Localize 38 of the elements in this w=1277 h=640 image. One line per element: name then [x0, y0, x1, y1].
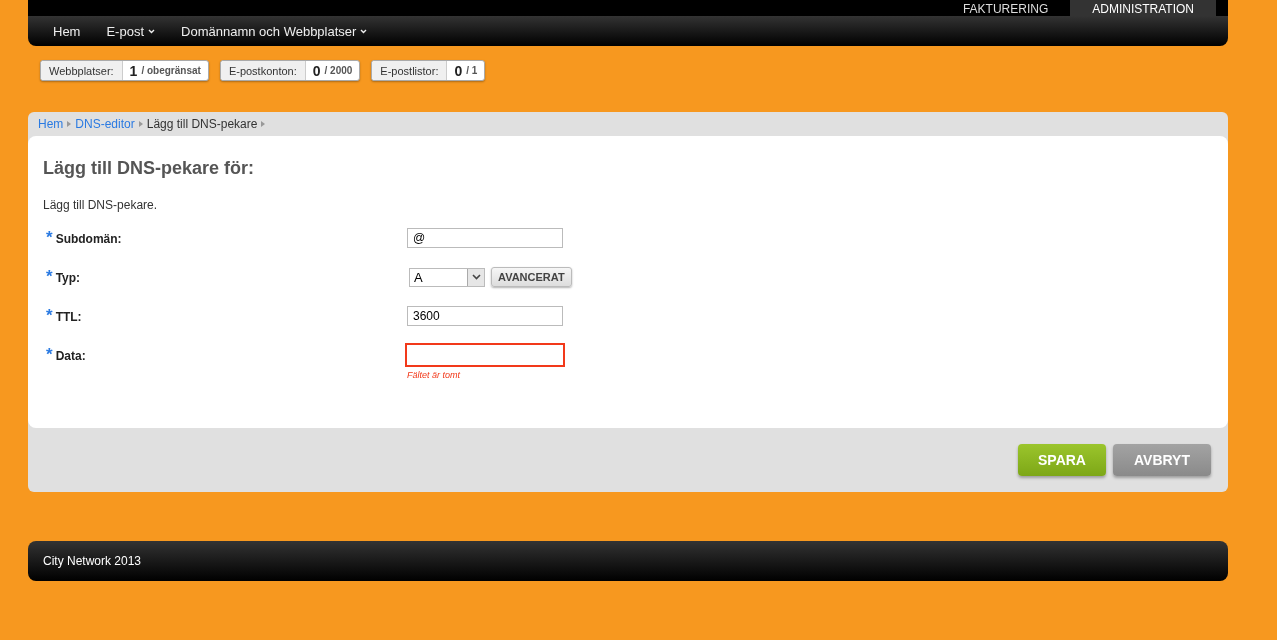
type-dropdown[interactable]: A [409, 267, 485, 287]
text-field[interactable]: @ [407, 228, 563, 248]
stat-limit: / obegränsat [141, 65, 201, 76]
breadcrumb-item: Lägg till DNS-pekare [146, 117, 258, 131]
field-label: Data: [55, 349, 86, 363]
stat-label: E-postlistor: [372, 61, 448, 80]
stat-value: 1 [129, 62, 138, 79]
field-label: TTL: [55, 310, 82, 324]
field-label: Typ: [55, 271, 81, 285]
text-field[interactable]: 3600 [407, 306, 563, 326]
nav-item[interactable]: E-post [93, 23, 169, 39]
stat-label: E-postkonton: [220, 61, 306, 80]
stat-limit: / 2000 [324, 65, 353, 76]
required-mark: * [46, 310, 53, 322]
breadcrumb-arrow-icon [67, 121, 72, 127]
intro-text: Lägg till DNS-pekare. [43, 198, 159, 212]
chevron-down-icon [360, 28, 368, 34]
field-label: Subdomän: [55, 232, 122, 246]
top-tab[interactable]: FAKTURERING [940, 0, 1071, 16]
page-heading: Lägg till DNS-pekare för: [43, 157, 256, 179]
required-mark: * [46, 271, 53, 283]
required-mark: * [46, 232, 53, 244]
chevron-down-icon [148, 28, 156, 34]
advanced-button[interactable]: AVANCERAT [491, 267, 572, 287]
text-field[interactable] [405, 343, 565, 367]
error-message: Fältet är tomt [407, 370, 461, 380]
stat-limit: / 1 [466, 65, 478, 76]
stat-value: 0 [454, 62, 463, 79]
top-tab[interactable]: ADMINISTRATION [1070, 0, 1216, 16]
chevron-down-icon [471, 274, 481, 280]
stat-label: Webbplatser: [41, 61, 123, 80]
nav-item[interactable]: Hem [40, 23, 94, 39]
nav-item[interactable]: Domännamn och Webbplatser [168, 23, 381, 39]
breadcrumb-arrow-icon [138, 121, 143, 127]
stat-value: 0 [312, 62, 321, 79]
breadcrumb-arrow-icon [261, 121, 266, 127]
required-mark: * [46, 349, 53, 361]
footer-text: City Network 2013 [43, 554, 142, 568]
